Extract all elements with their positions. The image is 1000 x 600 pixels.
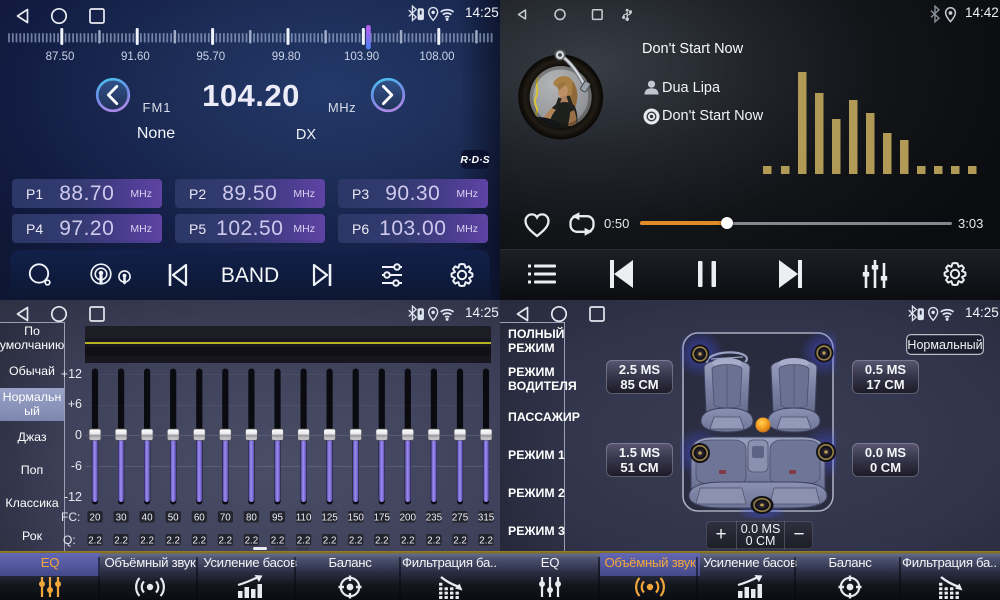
svg-text:175: 175 xyxy=(374,512,391,523)
svg-text:80: 80 xyxy=(246,512,257,523)
svg-text:2.2: 2.2 xyxy=(114,535,128,546)
svg-text:70: 70 xyxy=(220,512,231,523)
svg-text:2.2: 2.2 xyxy=(401,535,415,546)
svg-text:2.2: 2.2 xyxy=(271,535,285,546)
svg-text:103.90: 103.90 xyxy=(344,51,379,63)
svg-text:95: 95 xyxy=(272,512,283,523)
svg-text:60: 60 xyxy=(194,512,205,523)
svg-text:2.2: 2.2 xyxy=(453,535,467,546)
svg-text:BAND: BAND xyxy=(221,264,279,287)
svg-text:108.00: 108.00 xyxy=(419,51,454,63)
svg-text:2.2: 2.2 xyxy=(88,535,102,546)
svg-text:87.50: 87.50 xyxy=(46,51,75,63)
svg-text:20: 20 xyxy=(90,512,101,523)
svg-text:2.2: 2.2 xyxy=(297,535,311,546)
svg-text:91.60: 91.60 xyxy=(121,51,150,63)
svg-text:30: 30 xyxy=(116,512,127,523)
svg-text:2.2: 2.2 xyxy=(166,535,180,546)
svg-text:110: 110 xyxy=(296,512,312,523)
svg-text:150: 150 xyxy=(348,512,365,523)
svg-text:2.2: 2.2 xyxy=(140,535,154,546)
svg-text:235: 235 xyxy=(426,512,443,523)
svg-text:2.2: 2.2 xyxy=(192,535,206,546)
svg-text:2.2: 2.2 xyxy=(479,535,493,546)
svg-text:275: 275 xyxy=(452,512,469,523)
svg-text:2.2: 2.2 xyxy=(218,535,232,546)
svg-text:40: 40 xyxy=(142,512,153,523)
svg-text:315: 315 xyxy=(478,512,495,523)
svg-text:99.80: 99.80 xyxy=(272,51,301,63)
svg-text:2.2: 2.2 xyxy=(323,535,337,546)
svg-text:2.2: 2.2 xyxy=(245,535,259,546)
svg-text:95.70: 95.70 xyxy=(196,51,225,63)
svg-text:125: 125 xyxy=(321,512,338,523)
svg-text:2.2: 2.2 xyxy=(427,535,441,546)
svg-text:2.2: 2.2 xyxy=(349,535,363,546)
svg-text:2.2: 2.2 xyxy=(375,535,389,546)
svg-text:200: 200 xyxy=(400,512,417,523)
svg-text:50: 50 xyxy=(168,512,179,523)
